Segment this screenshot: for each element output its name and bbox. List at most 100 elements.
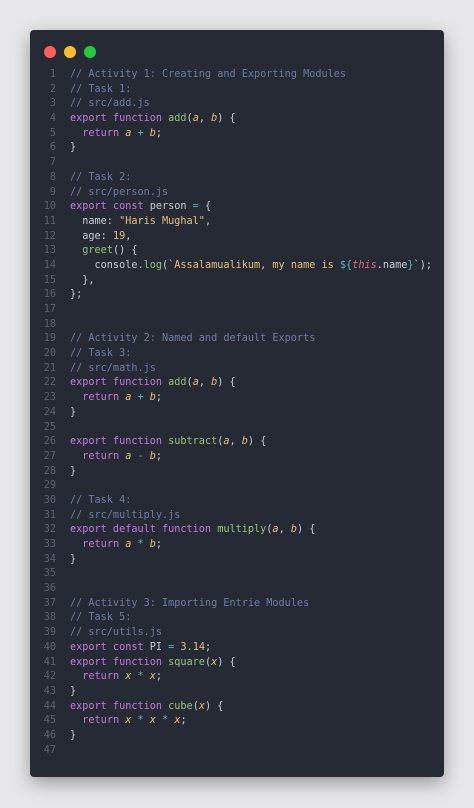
code-line: 34} (30, 553, 444, 568)
code-token: return (82, 392, 126, 404)
code-token: }; (70, 289, 83, 301)
code-line: 9 // src/person.js (30, 186, 444, 201)
code-token: ) { (217, 656, 236, 668)
code-line: 11 name: "Haris Mughal", (30, 215, 444, 230)
code-line: 12 age: 19, (30, 230, 444, 245)
code-token: // src/multiply.js (70, 509, 181, 521)
code-text: return a * b; (70, 538, 162, 553)
maximize-dot-icon[interactable] (84, 46, 96, 58)
code-token: { (198, 201, 212, 213)
code-text: // Activity 2: Named and default Exports (70, 332, 315, 347)
code-text: return a + b; (70, 127, 162, 142)
code-editor: 1 // Activity 1: Creating and Exporting M… (30, 68, 444, 758)
code-token: ; (155, 392, 163, 404)
code-line: 23 return a + b; (30, 391, 444, 406)
code-token: * (131, 671, 150, 683)
code-token: } (70, 142, 77, 154)
code-text: export const person = { (70, 200, 211, 215)
minimize-dot-icon[interactable] (64, 46, 76, 58)
line-number: 39 (43, 627, 56, 639)
line-number: 9 (49, 186, 56, 198)
line-number: 4 (49, 113, 56, 125)
code-token: * (131, 715, 150, 727)
line-number: 25 (43, 421, 56, 433)
code-token: + (131, 127, 150, 139)
code-token: ; (155, 127, 163, 139)
code-token: log (143, 259, 163, 271)
code-token: + (131, 392, 150, 404)
code-text: export default function multiply(a, b) { (70, 523, 315, 538)
code-line: 16}; (30, 288, 444, 303)
code-line: 42 return x * x; (30, 670, 444, 685)
code-token: ${ (339, 259, 353, 271)
line-number: 26 (43, 436, 56, 448)
code-token: ); (419, 259, 432, 271)
code-text: // Task 2: (70, 171, 131, 186)
code-line: 18 (30, 318, 444, 333)
code-line: 44 export function cube(x) { (30, 700, 444, 715)
line-number: 43 (43, 685, 56, 697)
code-line: 26 export function subtract(a, b) { (30, 435, 444, 450)
code-line: 29 (30, 479, 444, 494)
line-number: 10 (43, 201, 56, 213)
code-line: 15 }, (30, 274, 444, 289)
code-token: ) { (217, 377, 236, 389)
code-line: 47 (30, 744, 444, 759)
line-number: 8 (49, 171, 56, 183)
code-token: ; (204, 641, 212, 653)
code-line: 28} (30, 465, 444, 480)
line-number: 38 (43, 612, 56, 624)
line-number: 32 (43, 524, 56, 536)
code-token: return (82, 127, 126, 139)
line-number: 6 (49, 142, 56, 154)
line-number: 20 (43, 348, 56, 360)
line-number: 24 (43, 406, 56, 418)
code-token: // Activity 1: Creating and Exporting Mo… (70, 69, 347, 80)
line-number: 18 (43, 318, 56, 330)
code-token: export function (70, 377, 169, 389)
code-text: } (70, 553, 76, 568)
code-token: // Task 5: (70, 612, 132, 624)
code-token: , (198, 113, 212, 125)
code-token: return (82, 671, 126, 683)
code-token: , (229, 436, 242, 448)
code-text: }; (70, 288, 82, 303)
line-number: 40 (43, 641, 56, 653)
code-token: `Assalamualikum, my name is (168, 259, 340, 271)
code-text: export function add(a, b) { (70, 112, 236, 127)
code-token: ; (155, 450, 163, 462)
close-dot-icon[interactable] (44, 46, 56, 58)
line-number: 41 (43, 656, 56, 668)
line-number: 23 (43, 392, 56, 404)
code-text: // src/person.js (70, 186, 168, 201)
code-token: export function (70, 656, 169, 668)
code-text: }, (70, 274, 94, 289)
line-number: 12 (43, 230, 56, 242)
line-number: 13 (43, 245, 56, 257)
code-text: // Task 1: (70, 83, 131, 98)
code-line: 1 // Activity 1: Creating and Exporting M… (30, 68, 444, 83)
code-token: // Task 3: (70, 348, 132, 360)
code-token: // Activity 3: Importing Entrie Modules (70, 597, 310, 609)
code-token: , (125, 230, 132, 242)
code-line: 24} (30, 406, 444, 421)
code-line: 4 export function add(a, b) { (30, 112, 444, 127)
code-token: this (352, 259, 377, 271)
line-number: 47 (43, 744, 56, 756)
line-number: 30 (43, 494, 56, 506)
line-number: 5 (49, 127, 56, 139)
code-line: 43} (30, 685, 444, 700)
code-text: // Task 4: (70, 494, 131, 509)
code-token: } (70, 406, 77, 418)
code-token: ) { (204, 700, 224, 712)
code-token: // src/person.js (70, 186, 169, 198)
code-text: console.log(`Assalamualikum, my name is … (70, 259, 432, 274)
code-text: return x * x * x; (70, 714, 186, 729)
code-token: cube (168, 700, 193, 712)
line-number: 28 (43, 465, 56, 477)
code-line: 36 (30, 582, 444, 597)
code-line: 10 export const person = { (30, 200, 444, 215)
code-text: // src/add.js (70, 97, 150, 112)
